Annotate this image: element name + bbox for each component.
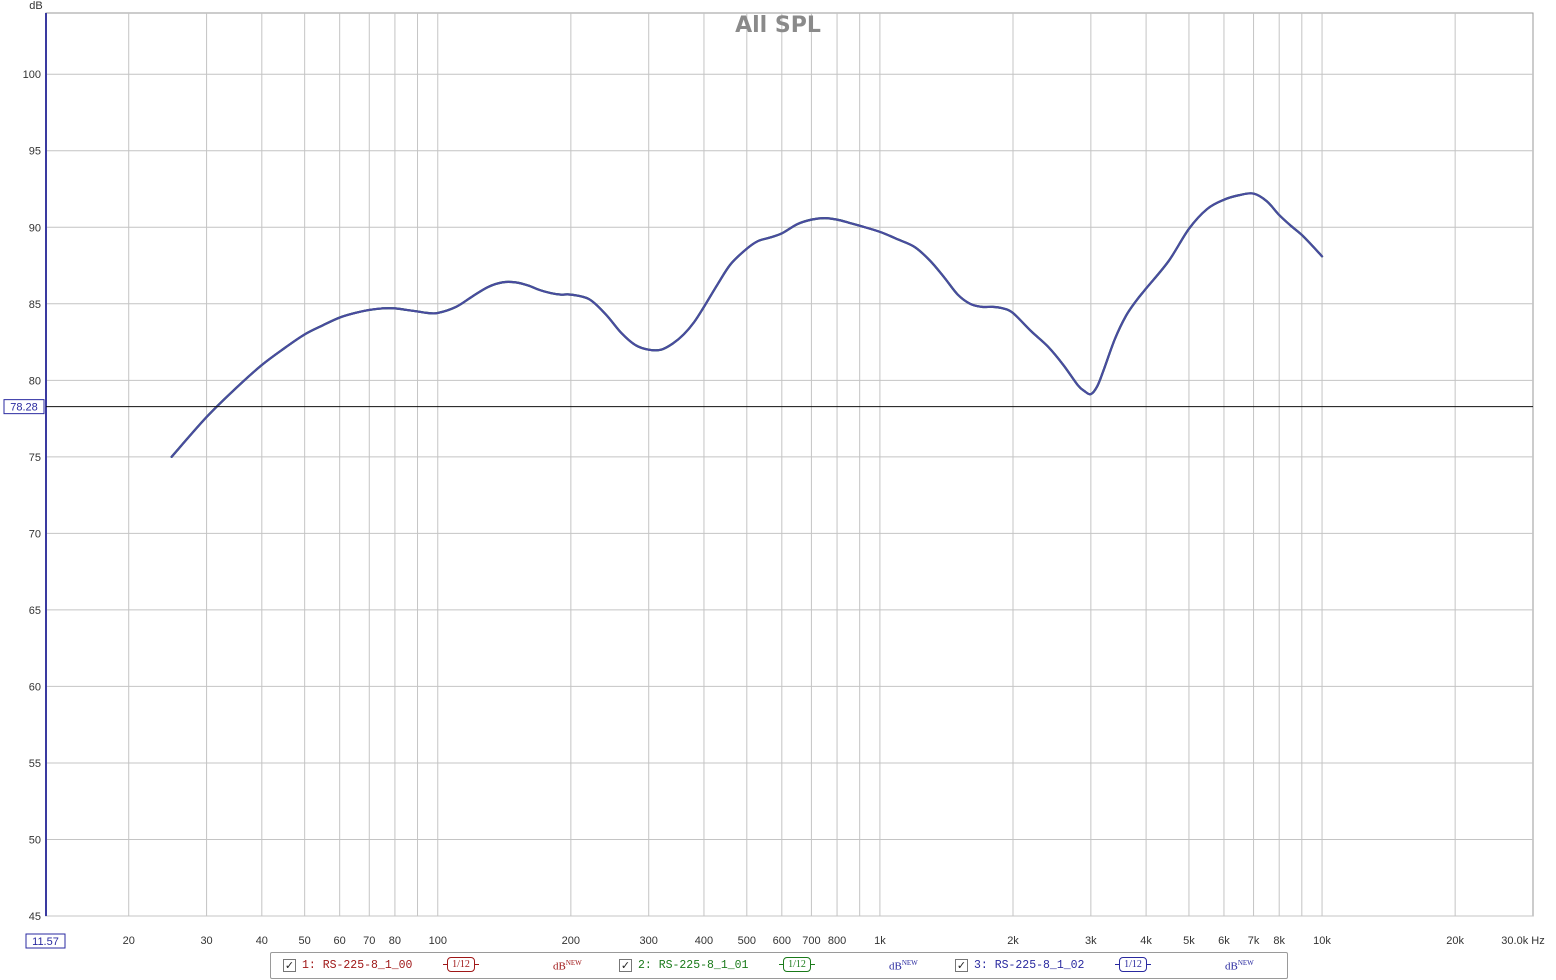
legend-checkbox-1[interactable]: ✓ — [283, 959, 296, 972]
x-tick-label: 10k — [1313, 935, 1331, 947]
y-axis-ticks: 45 50 55 60 65 70 75 80 85 90 95 100 — [23, 69, 41, 923]
x-tick-label: 300 — [640, 935, 658, 947]
db-new-button-2[interactable]: dBNEW — [889, 959, 918, 973]
y-tick-label: 85 — [29, 299, 41, 311]
legend-item-2[interactable]: ✓ 2: RS-225-8_1_01 — [619, 953, 748, 978]
x-tick-label: 2k — [1007, 935, 1019, 947]
x-axis-ticks: 20 30 40 50 60 70 80 100 200 300 400 500 600 700 800 1k… — [123, 935, 1545, 947]
y-tick-label: 55 — [29, 758, 41, 770]
legend-name-1[interactable]: 1: RS-225-8_1_00 — [302, 959, 412, 972]
smoothing-value-3[interactable]: 1/12 — [1119, 957, 1147, 972]
x-tick-label: 800 — [828, 935, 846, 947]
db-new-sup-3: NEW — [1237, 959, 1254, 967]
legend-item-3[interactable]: ✓ 3: RS-225-8_1_02 — [955, 953, 1084, 978]
y-tick-label: 45 — [29, 911, 41, 923]
db-new-button-1[interactable]: dBNEW — [553, 959, 582, 973]
cursor-y-readout[interactable]: 78.28 — [10, 402, 38, 414]
legend-item-1[interactable]: ✓ 1: RS-225-8_1_00 — [283, 953, 412, 978]
y-tick-label: 70 — [29, 528, 41, 540]
x-tick-label: 700 — [802, 935, 820, 947]
cursor-x-readout[interactable]: 11.57 — [32, 936, 59, 948]
y-tick-label: 90 — [29, 222, 41, 234]
smoothing-control-1[interactable]: 1/12 — [443, 957, 479, 972]
legend-checkbox-3[interactable]: ✓ — [955, 959, 968, 972]
y-tick-label: 80 — [29, 375, 41, 387]
x-tick-label: 600 — [773, 935, 791, 947]
db-new-sup-2: NEW — [901, 959, 918, 967]
x-tick-label: 5k — [1183, 935, 1195, 947]
x-tick-label: 8k — [1273, 935, 1285, 947]
x-tick-label: 70 — [363, 935, 375, 947]
x-tick-label: 20k — [1446, 935, 1464, 947]
y-tick-label: 75 — [29, 452, 41, 464]
legend-name-3[interactable]: 3: RS-225-8_1_02 — [974, 959, 1084, 972]
x-tick-label: 50 — [299, 935, 311, 947]
x-tick-label: 3k — [1085, 935, 1097, 947]
chart-title: All SPL — [735, 13, 821, 38]
db-new-label-1: dB — [553, 960, 566, 973]
db-new-label-3: dB — [1225, 960, 1238, 973]
smoothing-control-3[interactable]: 1/12 — [1115, 957, 1151, 972]
x-tick-label: 7k — [1248, 935, 1260, 947]
x-tick-label: 40 — [256, 935, 268, 947]
x-tick-label: 4k — [1140, 935, 1152, 947]
db-new-label-2: dB — [889, 960, 902, 973]
x-tick-label: 60 — [334, 935, 346, 947]
x-tick-label: 80 — [389, 935, 401, 947]
x-tick-label: 30.0k Hz — [1501, 935, 1544, 947]
x-tick-label: 6k — [1218, 935, 1230, 947]
smoothing-value-2[interactable]: 1/12 — [783, 957, 811, 972]
x-tick-label: 30 — [200, 935, 212, 947]
y-tick-label: 100 — [23, 69, 41, 81]
y-axis-label: dB — [29, 0, 42, 12]
db-new-sup-1: NEW — [565, 959, 582, 967]
y-tick-label: 95 — [29, 146, 41, 158]
smoothing-value-1[interactable]: 1/12 — [447, 957, 475, 972]
x-tick-label: 200 — [562, 935, 580, 947]
x-tick-label: 20 — [123, 935, 135, 947]
y-tick-label: 50 — [29, 834, 41, 846]
x-tick-label: 400 — [695, 935, 713, 947]
smoothing-control-2[interactable]: 1/12 — [779, 957, 815, 972]
x-tick-label: 500 — [738, 935, 756, 947]
y-tick-label: 65 — [29, 605, 41, 617]
legend-name-2[interactable]: 2: RS-225-8_1_01 — [638, 959, 748, 972]
y-tick-label: 60 — [29, 681, 41, 693]
legend-checkbox-2[interactable]: ✓ — [619, 959, 632, 972]
x-tick-label: 1k — [874, 935, 886, 947]
db-new-button-3[interactable]: dBNEW — [1225, 959, 1254, 973]
plot-background — [45, 12, 1534, 917]
legend-bar: ✓ 1: RS-225-8_1_00 1/12 dBNEW ✓ 2: RS-22… — [270, 952, 1288, 979]
x-tick-label: 100 — [429, 935, 447, 947]
spl-chart: 20 30 40 50 60 70 80 100 200 300 400 500 600 700 800 1k… — [3, 0, 1545, 949]
